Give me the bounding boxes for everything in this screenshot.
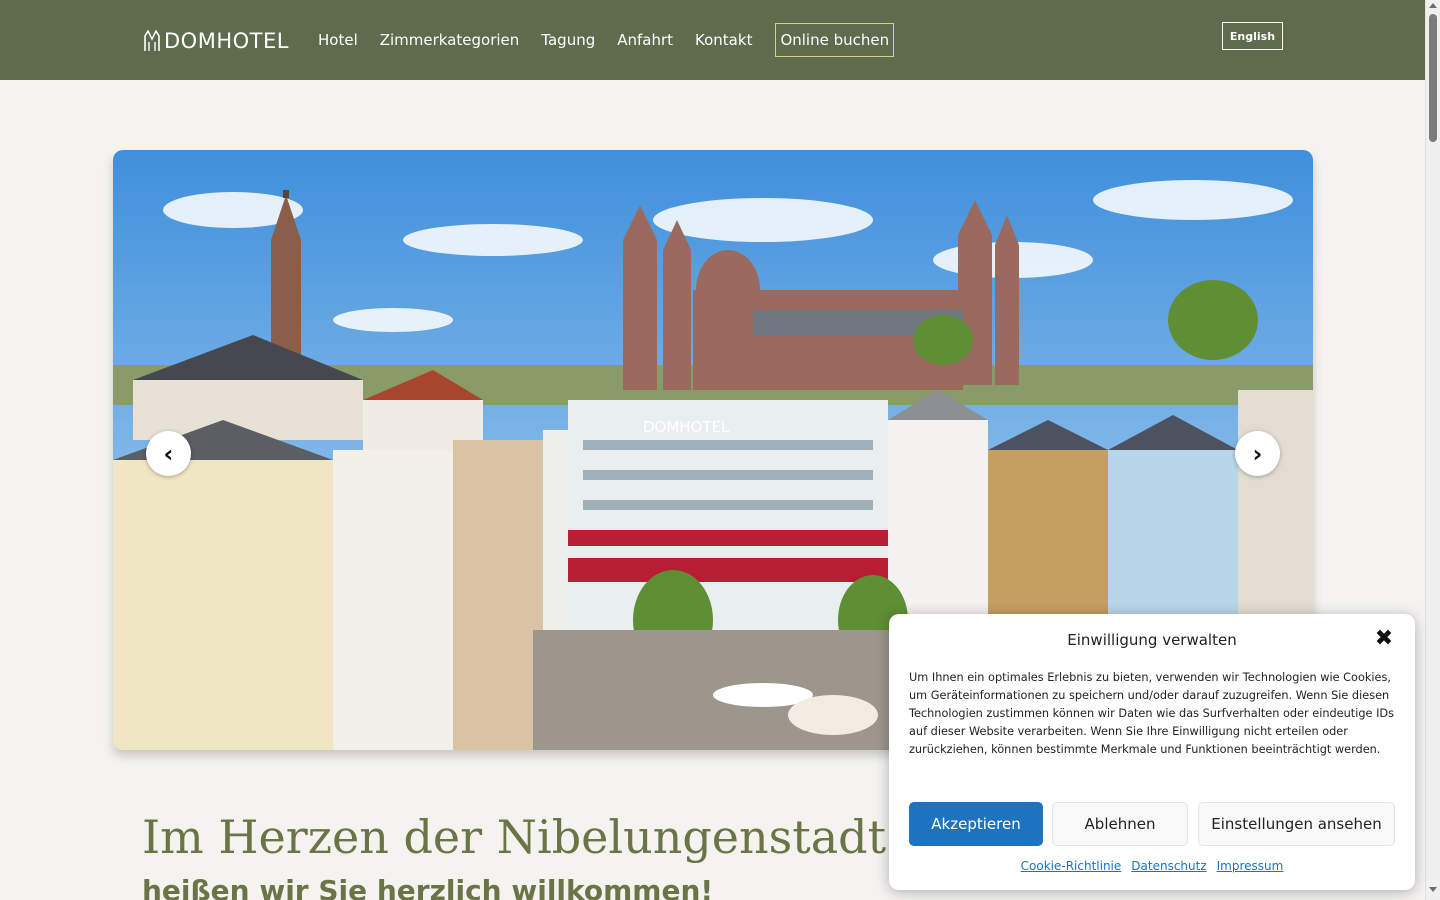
chevron-right-icon: › xyxy=(1252,439,1263,468)
cookie-dialog-links: Cookie-Richtlinie Datenschutz Impressum xyxy=(889,859,1415,873)
main-nav: Hotel Zimmerkategorien Tagung Anfahrt Ko… xyxy=(318,22,916,58)
scrollbar-thumb[interactable] xyxy=(1429,14,1437,142)
nav-item-tagung[interactable]: Tagung xyxy=(541,31,595,49)
cookie-policy-link[interactable]: Cookie-Richtlinie xyxy=(1021,859,1122,873)
logo-text: DOMHOTEL xyxy=(164,29,289,53)
nav-item-anfahrt[interactable]: Anfahrt xyxy=(617,31,673,49)
deny-cookies-button[interactable]: Ablehnen xyxy=(1052,802,1188,846)
hotel-logo-icon xyxy=(144,30,160,51)
cookie-dialog-title: Einwilligung verwalten xyxy=(1067,631,1237,649)
chevron-left-icon: ‹ xyxy=(163,439,174,468)
close-icon[interactable]: ✖ xyxy=(1373,628,1395,650)
scroll-up-arrow-icon[interactable] xyxy=(1429,3,1437,8)
cookie-dialog-text: Um Ihnen ein optimales Erlebnis zu biete… xyxy=(909,671,1394,756)
imprint-link[interactable]: Impressum xyxy=(1217,859,1284,873)
page-subtitle: heißen wir Sie herzlich willkommen! xyxy=(142,874,714,900)
nav-item-zimmerkategorien[interactable]: Zimmerkategorien xyxy=(380,31,520,49)
nav-item-hotel[interactable]: Hotel xyxy=(318,31,358,49)
privacy-link[interactable]: Datenschutz xyxy=(1131,859,1206,873)
cookie-consent-dialog: Einwilligung verwalten ✖ Um Ihnen ein op… xyxy=(889,614,1415,890)
online-booking-button[interactable]: Online buchen xyxy=(775,23,895,57)
accept-cookies-button[interactable]: Akzeptieren xyxy=(909,802,1043,846)
nav-item-kontakt[interactable]: Kontakt xyxy=(695,31,752,49)
site-header: DOMHOTEL Hotel Zimmerkategorien Tagung A… xyxy=(0,0,1425,80)
language-switch-button[interactable]: English xyxy=(1222,22,1283,50)
slider-prev-button[interactable]: ‹ xyxy=(146,431,191,476)
hotel-sign-text: DOMHOTEL xyxy=(643,418,730,436)
page-scrollbar[interactable] xyxy=(1425,0,1440,900)
site-logo[interactable]: DOMHOTEL xyxy=(144,28,289,54)
scroll-down-arrow-icon[interactable] xyxy=(1429,887,1437,892)
view-preferences-button[interactable]: Einstellungen ansehen xyxy=(1198,802,1395,846)
slider-next-button[interactable]: › xyxy=(1235,431,1280,476)
